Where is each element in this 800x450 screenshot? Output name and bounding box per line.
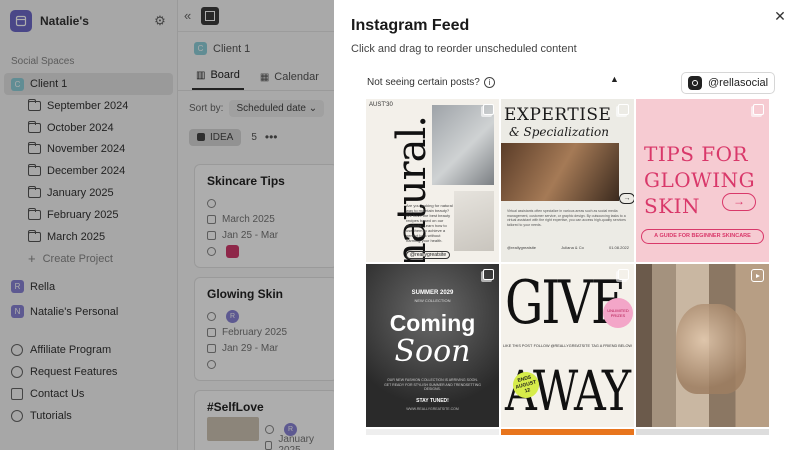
mouse-cursor-icon: ▲	[610, 74, 619, 84]
post-photo	[454, 191, 494, 251]
post-text: OUR NEW FASHION COLLECTION IS ARRIVING S…	[384, 378, 481, 391]
post-text: TAG A FRIEND BELOW	[591, 344, 632, 348]
post-text: SUMMER 2029	[411, 290, 454, 296]
post-photo	[432, 105, 494, 185]
post-text: Coming	[389, 310, 476, 336]
post-photo	[501, 143, 619, 201]
post-tile-reel[interactable]	[636, 264, 769, 427]
post-tile-coming-soon[interactable]: SUMMER 2029 NEW COLLECTION Coming Soon O…	[366, 264, 499, 427]
reel-icon	[751, 269, 764, 282]
post-tile-glowing-skin[interactable]: TIPS FOR GLOWING SKIN → A GUIDE FOR BEGINN…	[636, 99, 769, 262]
carousel-icon	[483, 104, 494, 115]
post-text: A GUIDE FOR BEGINNER SKINCARE	[641, 229, 764, 244]
post-text: & Specialization	[509, 125, 609, 139]
post-text: STAY TUNED!	[416, 398, 449, 404]
post-tile-expertise[interactable]: EXPERTISE & Specialization → Virtual ass…	[501, 99, 634, 262]
instagram-grid: AUST'30 natural. Are you looking for nat…	[366, 99, 769, 435]
close-icon[interactable]: ✕	[772, 8, 788, 24]
panel-subtitle: Click and drag to reorder unscheduled co…	[351, 43, 577, 55]
carousel-icon	[483, 269, 494, 280]
post-text: Soon	[394, 334, 471, 369]
modal-backdrop[interactable]	[0, 0, 334, 450]
account-handle: @rellasocial	[708, 77, 769, 89]
post-text: Are you looking for natural way to maint…	[406, 203, 453, 243]
instagram-feed-panel: Instagram Feed Click and drag to reorder…	[334, 0, 800, 450]
post-text: 01.08.2022	[608, 245, 629, 250]
carousel-icon	[618, 104, 629, 115]
post-tile[interactable]	[366, 429, 499, 435]
post-tile[interactable]	[501, 429, 634, 435]
rella-logo-icon	[688, 76, 702, 90]
post-tile[interactable]	[636, 429, 769, 435]
post-text: EXPERTISE	[504, 105, 612, 125]
post-text: AUST'30	[369, 102, 393, 108]
post-tile-giveaway[interactable]: GIVE UNLIMITED PRIZES LIKE THIS POST FOL…	[501, 264, 634, 427]
arrow-icon: →	[722, 193, 756, 211]
panel-title: Instagram Feed	[351, 17, 470, 34]
post-text: LIKE THIS POST	[503, 344, 533, 348]
missing-posts-hint[interactable]: Not seeing certain posts? i	[367, 77, 495, 88]
carousel-icon	[618, 269, 629, 280]
post-text: WWW.REALLYGREATSITE.COM	[406, 407, 459, 411]
post-steps: LIKE THIS POST FOLLOW @REALLYGREATSITE T…	[503, 344, 632, 349]
account-handle-button[interactable]: @rellasocial	[681, 72, 776, 94]
post-text: FOLLOW @REALLYGREATSITE	[533, 344, 591, 348]
post-tile-natural[interactable]: AUST'30 natural. Are you looking for nat…	[366, 99, 499, 262]
arrow-icon: →	[619, 193, 634, 204]
post-text: @reallygreatsite	[406, 251, 451, 259]
post-text: @reallygreatsite	[507, 245, 536, 250]
info-icon[interactable]: i	[483, 77, 495, 88]
post-photo	[676, 304, 746, 394]
post-text: UNLIMITED PRIZES	[603, 298, 633, 328]
hint-label: Not seeing certain posts?	[367, 77, 480, 88]
post-footer: @reallygreatsite Juliana & Co 01.08.2022	[507, 245, 629, 250]
carousel-icon	[753, 104, 764, 115]
post-text: Virtual assistants often specialize in v…	[507, 209, 626, 227]
post-text: Juliana & Co	[561, 245, 584, 250]
post-text: NEW COLLECTION	[414, 298, 451, 303]
